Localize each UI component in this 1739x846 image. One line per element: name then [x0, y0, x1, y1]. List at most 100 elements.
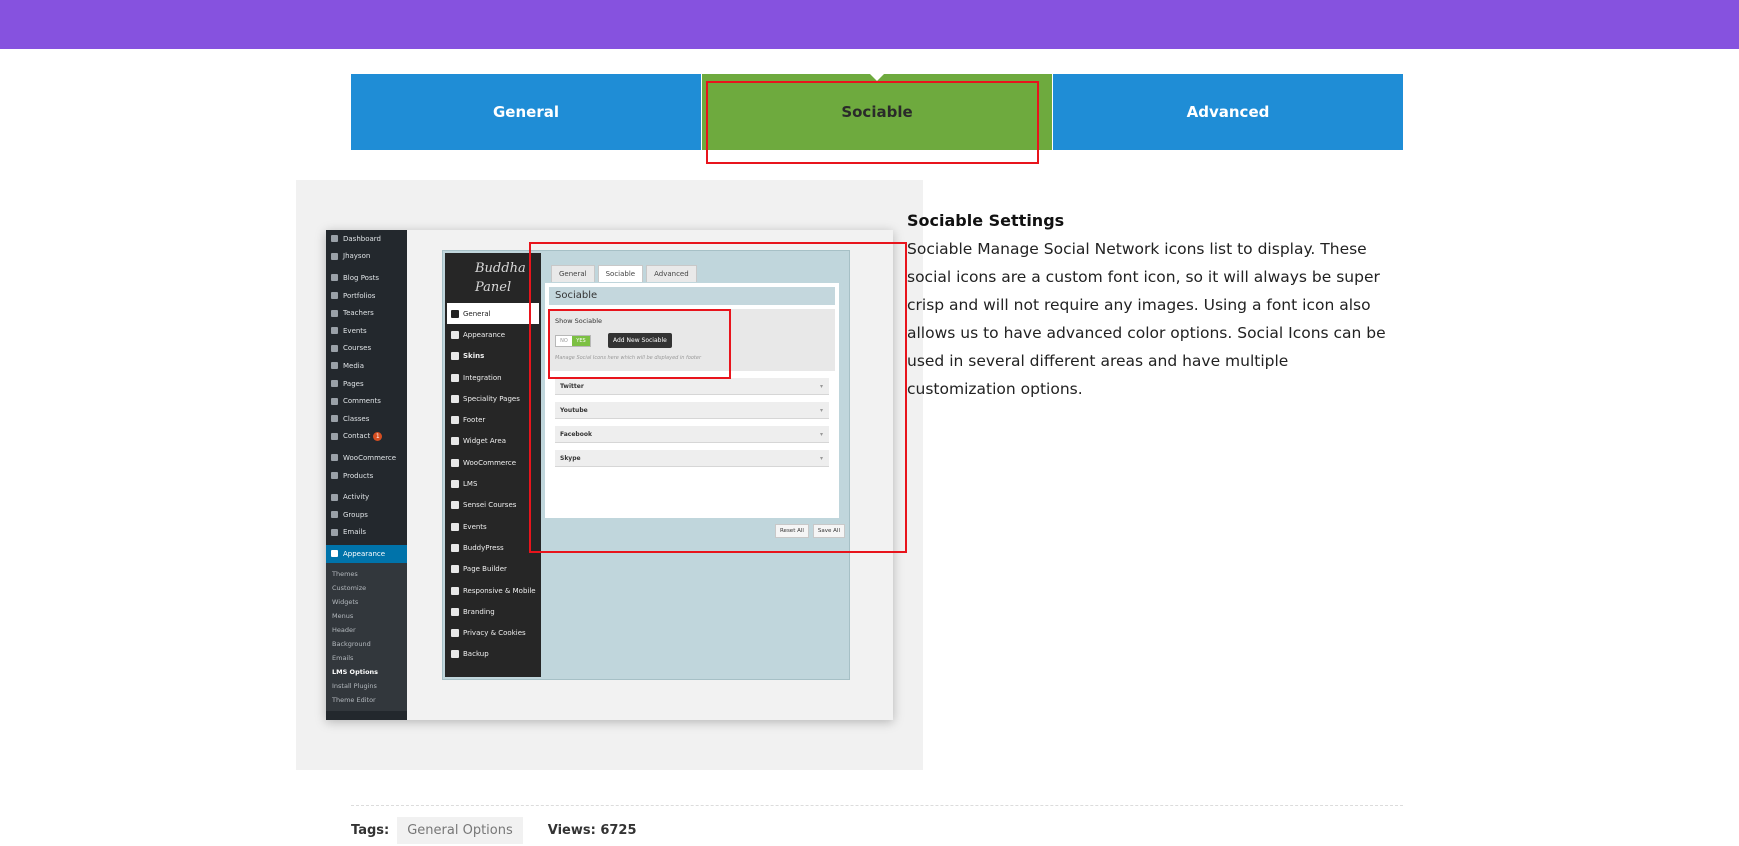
wp-menu-label: Courses [343, 344, 372, 353]
panel-nav-label: Privacy & Cookies [463, 629, 526, 638]
wp-menu-item-classes[interactable]: Classes [326, 410, 407, 428]
panel-nav-label: Branding [463, 607, 495, 616]
backup-icon [451, 650, 459, 659]
panel-sidebar: Buddha Panel General Appearance Skins Integ… [445, 253, 541, 677]
wp-menu-item-comments[interactable]: Comments [326, 392, 407, 410]
tools-icon [451, 629, 459, 638]
portfolio-icon [331, 292, 338, 300]
tags-label: Tags: [351, 822, 390, 838]
wp-admin-menu: Dashboard Jhayson Blog Posts Portfolios Teac… [326, 230, 407, 541]
panel-nav-appearance[interactable]: Appearance [445, 324, 541, 345]
wp-menu-item-emails[interactable]: Emails [326, 524, 407, 542]
wp-submenu-item-emails[interactable]: Emails [326, 651, 407, 665]
panel-nav-footer[interactable]: Footer [445, 409, 541, 430]
panel-nav-integration[interactable]: Integration [445, 367, 541, 388]
book-icon [451, 501, 459, 510]
activity-icon [331, 493, 338, 501]
panel-nav-label: Widget Area [463, 437, 506, 446]
panel-nav-backup[interactable]: Backup [445, 644, 541, 665]
calendar-icon [331, 415, 338, 423]
wp-menu-label: Activity [343, 493, 370, 502]
panel-nav-label: Sensei Courses [463, 501, 517, 510]
wp-submenu-item-lms-options[interactable]: LMS Options [326, 665, 407, 679]
wp-appearance-submenu: Themes Customize Widgets Menus Header Backgro… [326, 562, 407, 711]
panel-nav-label: WooCommerce [463, 458, 517, 467]
wp-menu-item-portfolios[interactable]: Portfolios [326, 287, 407, 305]
wp-menu-item-dashboard[interactable]: Dashboard [326, 230, 407, 248]
woo-icon [331, 454, 338, 462]
panel-nav-general[interactable]: General [447, 303, 539, 325]
wp-menu-label: Appearance [343, 549, 386, 558]
tag-link[interactable]: General Options [397, 816, 523, 844]
gear-icon [451, 352, 459, 361]
wp-menu-item-contact[interactable]: Contact 1 [326, 428, 407, 446]
widget-icon [451, 437, 459, 446]
footer-icon [451, 416, 459, 425]
panel-nav-label: Skins [463, 352, 485, 361]
panel-nav-label: Page Builder [463, 565, 507, 574]
panel-nav-lms[interactable]: LMS [445, 473, 541, 494]
wp-menu-item-teachers[interactable]: Teachers [326, 304, 407, 322]
panel-nav-woocommerce[interactable]: WooCommerce [445, 452, 541, 473]
wp-admin-sidebar: Dashboard Jhayson Blog Posts Portfolios Teac… [326, 230, 407, 720]
wp-menu-item-events[interactable]: Events [326, 322, 407, 340]
wp-submenu-item-widgets[interactable]: Widgets [326, 595, 407, 609]
panel-nav-widget-area[interactable]: Widget Area [445, 431, 541, 452]
wp-menu-label: Contact [343, 432, 371, 441]
pin-icon [331, 274, 338, 282]
wp-menu-item-woocommerce[interactable]: WooCommerce [326, 449, 407, 467]
graduation-icon [451, 480, 459, 489]
wp-submenu-item-background[interactable]: Background [326, 637, 407, 651]
wp-menu-item-blog-posts[interactable]: Blog Posts [326, 269, 407, 287]
top-bar [0, 0, 1739, 49]
wp-submenu-item-install-plugins[interactable]: Install Plugins [326, 679, 407, 693]
wp-menu-item-pages[interactable]: Pages [326, 375, 407, 393]
panel-nav-speciality-pages[interactable]: Speciality Pages [445, 388, 541, 409]
panel-nav-label: General [463, 309, 491, 318]
panel-nav: General Appearance Skins Integration Special… [445, 303, 541, 665]
products-icon [331, 472, 338, 480]
wp-menu-item-products[interactable]: Products [326, 467, 407, 485]
wp-submenu-item-header[interactable]: Header [326, 623, 407, 637]
brush-icon [331, 550, 338, 558]
wp-menu-item-jhayson[interactable]: Jhayson [326, 248, 407, 266]
panel-nav-events[interactable]: Events [445, 516, 541, 537]
buddypress-icon [451, 543, 459, 552]
panel-nav-skins[interactable]: Skins [445, 346, 541, 367]
panel-nav-label: LMS [463, 480, 478, 489]
panel-nav-buddypress[interactable]: BuddyPress [445, 537, 541, 558]
wp-submenu-item-themes[interactable]: Themes [326, 567, 407, 581]
toggle-highlight-box [548, 309, 731, 379]
post-meta: Tags: General Options Views: 6725 [351, 815, 637, 845]
panel-nav-page-builder[interactable]: Page Builder [445, 559, 541, 580]
wp-menu-label: Blog Posts [343, 273, 379, 282]
notification-badge: 1 [373, 431, 383, 441]
description: Sociable Settings Sociable Manage Social… [907, 211, 1387, 403]
panel-nav-privacy-cookies[interactable]: Privacy & Cookies [445, 622, 541, 643]
panel-nav-sensei-courses[interactable]: Sensei Courses [445, 495, 541, 516]
views-count: Views: 6725 [547, 822, 637, 838]
wp-menu-item-appearance[interactable]: Appearance [326, 545, 407, 563]
panel-nav-branding[interactable]: Branding [445, 601, 541, 622]
tab-general[interactable]: General [351, 74, 701, 150]
wp-menu-item-courses[interactable]: Courses [326, 340, 407, 358]
panel-nav-label: BuddyPress [463, 543, 504, 552]
wp-menu-label: Pages [343, 379, 364, 388]
wp-submenu-item-customize[interactable]: Customize [326, 581, 407, 595]
wp-menu-label: Emails [343, 528, 367, 537]
wp-menu-item-activity[interactable]: Activity [326, 488, 407, 506]
book-icon [331, 344, 338, 352]
dashboard-icon [331, 235, 338, 243]
wp-submenu-item-theme-editor[interactable]: Theme Editor [326, 693, 407, 707]
tab-advanced[interactable]: Advanced [1052, 74, 1403, 150]
layout-icon [451, 330, 459, 339]
wp-submenu-item-menus[interactable]: Menus [326, 609, 407, 623]
wp-menu-label: Events [343, 326, 367, 335]
email-icon [331, 528, 338, 536]
wp-menu-item-groups[interactable]: Groups [326, 506, 407, 524]
jetpack-icon [331, 252, 338, 260]
wp-menu-label: WooCommerce [343, 453, 397, 462]
wp-menu-item-media[interactable]: Media [326, 357, 407, 375]
wrench-icon [451, 309, 459, 318]
panel-nav-responsive-mobile[interactable]: Responsive & Mobile [445, 580, 541, 601]
